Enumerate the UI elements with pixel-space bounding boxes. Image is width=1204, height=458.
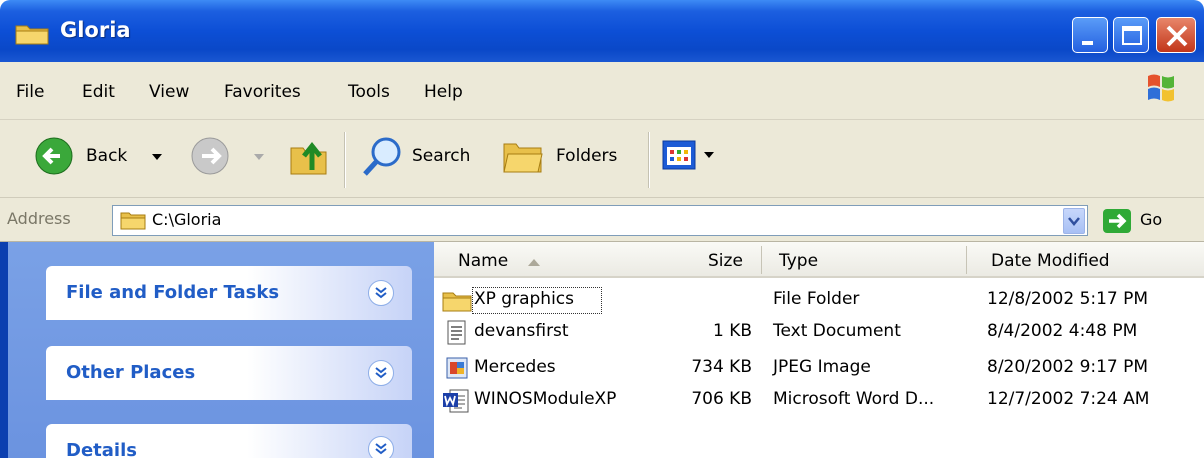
search-label: Search xyxy=(412,146,471,166)
address-label: Address xyxy=(7,209,71,228)
file-name[interactable]: Mercedes xyxy=(474,357,556,377)
up-folder-icon[interactable] xyxy=(288,136,330,178)
forward-arrow-icon xyxy=(191,137,229,175)
go-button[interactable] xyxy=(1103,209,1131,233)
back-arrow-icon xyxy=(35,137,73,175)
collapse-details-button[interactable] xyxy=(368,436,394,458)
file-type: Microsoft Word D... xyxy=(773,389,935,409)
file-name[interactable]: XP graphics xyxy=(474,289,574,309)
folders-label: Folders xyxy=(556,146,618,166)
column-header-name[interactable]: Name xyxy=(458,251,508,271)
file-folder-tasks-title[interactable]: File and Folder Tasks xyxy=(66,282,279,303)
window-border xyxy=(0,242,8,458)
double-chevron-down-icon xyxy=(375,287,387,299)
close-icon xyxy=(1166,25,1188,47)
folder-icon xyxy=(442,292,472,312)
collapse-file-folder-tasks-button[interactable] xyxy=(368,280,394,306)
minimize-button[interactable] xyxy=(1072,17,1108,53)
minimize-icon xyxy=(1082,41,1093,45)
views-button[interactable] xyxy=(660,136,730,176)
back-label: Back xyxy=(86,146,128,166)
file-size: 1 KB xyxy=(712,321,752,341)
window-title: Gloria xyxy=(60,18,131,42)
sort-ascending-icon xyxy=(528,259,540,266)
table-row[interactable]: WINOSModuleXP 706 KB Microsoft Word D...… xyxy=(434,386,1204,416)
address-dropdown-button[interactable] xyxy=(1063,208,1085,234)
file-size: 734 KB xyxy=(691,357,752,377)
other-places-title[interactable]: Other Places xyxy=(66,362,195,383)
back-button[interactable]: Back xyxy=(30,128,174,184)
jpeg-image-icon xyxy=(446,357,468,379)
double-chevron-down-icon xyxy=(375,367,387,379)
windows-logo-icon xyxy=(1148,74,1174,102)
table-row[interactable]: XP graphics File Folder 12/8/2002 5:17 P… xyxy=(434,286,1204,316)
table-row[interactable]: devansfirst 1 KB Text Document 8/4/2002 … xyxy=(434,318,1204,348)
menu-tools[interactable]: Tools xyxy=(348,82,390,102)
column-separator[interactable] xyxy=(966,246,967,274)
address-value[interactable]: C:\Gloria xyxy=(152,210,221,229)
views-icon xyxy=(662,140,696,170)
search-button[interactable]: Search xyxy=(356,128,490,184)
file-name[interactable]: WINOSModuleXP xyxy=(474,389,616,409)
go-label[interactable]: Go xyxy=(1140,210,1162,229)
collapse-other-places-button[interactable] xyxy=(368,360,394,386)
folders-icon xyxy=(503,143,543,173)
title-bar[interactable] xyxy=(0,0,1204,62)
menu-view[interactable]: View xyxy=(149,82,189,102)
toolbar-separator xyxy=(344,132,346,188)
double-chevron-down-icon xyxy=(375,443,387,455)
menu-edit[interactable]: Edit xyxy=(82,82,115,102)
file-type: File Folder xyxy=(773,289,860,309)
column-header-date[interactable]: Date Modified xyxy=(991,251,1110,271)
search-icon xyxy=(363,137,401,176)
file-name[interactable]: devansfirst xyxy=(474,321,569,341)
file-type: Text Document xyxy=(773,321,901,341)
column-separator[interactable] xyxy=(761,246,762,274)
file-date: 8/4/2002 4:48 PM xyxy=(987,321,1138,341)
folder-icon xyxy=(120,212,146,230)
menu-help[interactable]: Help xyxy=(424,82,463,102)
details-title[interactable]: Details xyxy=(66,440,137,458)
file-date: 12/7/2002 7:24 AM xyxy=(987,389,1150,409)
column-header-size[interactable]: Size xyxy=(708,251,743,271)
file-type: JPEG Image xyxy=(773,357,871,377)
file-size: 706 KB xyxy=(691,389,752,409)
folder-icon xyxy=(15,25,49,45)
word-document-icon xyxy=(443,389,469,413)
chevron-down-icon xyxy=(152,154,162,160)
column-header-type[interactable]: Type xyxy=(779,251,818,271)
close-button[interactable] xyxy=(1156,17,1196,53)
file-date: 12/8/2002 5:17 PM xyxy=(987,289,1149,309)
chevron-down-icon xyxy=(254,154,264,160)
chevron-down-icon xyxy=(704,152,714,158)
table-row[interactable]: Mercedes 734 KB JPEG Image 8/20/2002 9:1… xyxy=(434,354,1204,384)
address-input[interactable] xyxy=(112,205,1088,236)
maximize-icon xyxy=(1122,26,1142,45)
forward-button[interactable] xyxy=(188,128,272,184)
text-document-icon xyxy=(447,320,466,345)
menu-file[interactable]: File xyxy=(16,82,44,102)
menu-favorites[interactable]: Favorites xyxy=(224,82,301,102)
maximize-button[interactable] xyxy=(1113,17,1149,53)
chevron-down-icon xyxy=(1068,217,1080,226)
folders-button[interactable]: Folders xyxy=(498,128,636,184)
file-date: 8/20/2002 9:17 PM xyxy=(987,357,1149,377)
go-arrow-icon xyxy=(1109,213,1127,229)
toolbar-separator xyxy=(648,132,650,188)
